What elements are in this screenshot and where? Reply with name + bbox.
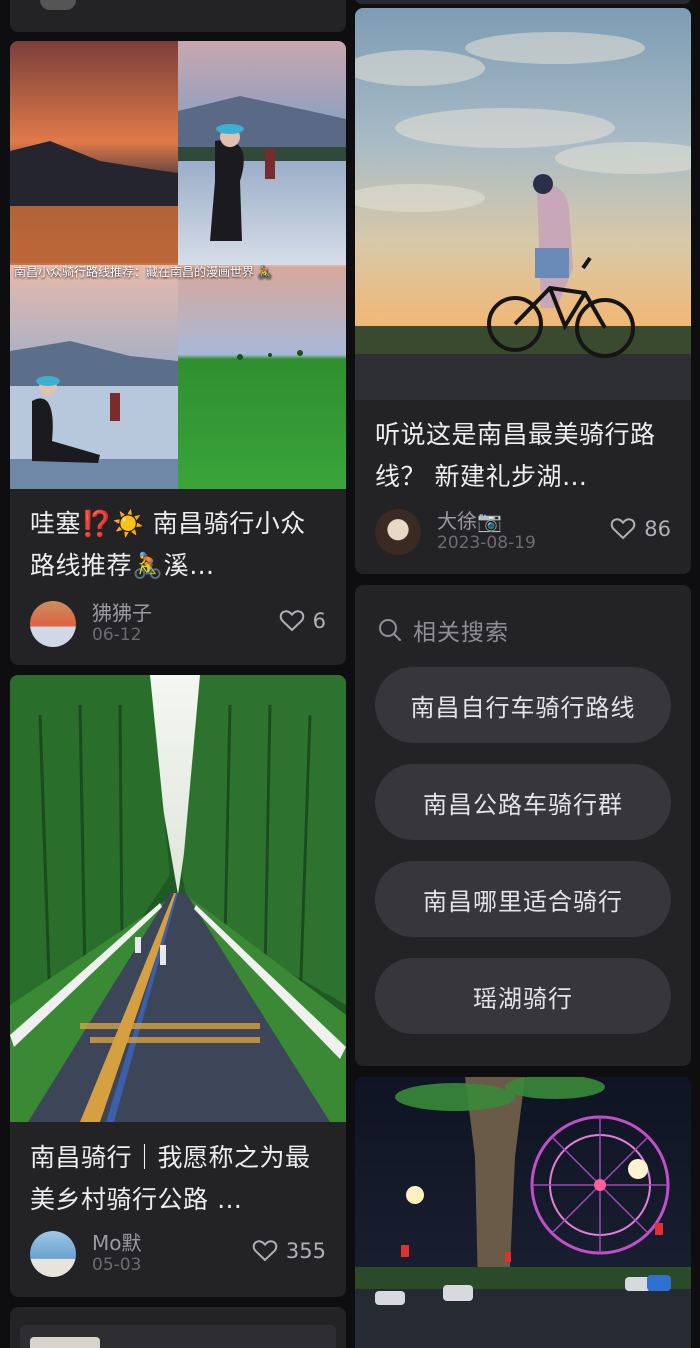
note-title[interactable]: 听说这是南昌最美骑行路线？ 新建礼步湖… [375, 414, 673, 498]
note-meta: Mo默 05-03 355 [30, 1227, 326, 1279]
like-button[interactable]: 6 [279, 609, 326, 633]
avatar [40, 0, 76, 10]
note-cover-image[interactable] [10, 675, 346, 1122]
related-search-item[interactable]: 南昌公路车骑行群 [375, 764, 671, 840]
avatar[interactable] [375, 509, 421, 555]
related-search-heading: 相关搜索 [413, 620, 509, 646]
partial-card-banner [20, 1325, 336, 1348]
partial-card-top-right [355, 0, 691, 4]
related-search-card: 相关搜索 南昌自行车骑行路线 南昌公路车骑行群 南昌哪里适合骑行 瑶湖骑行 [355, 585, 691, 1066]
avatar[interactable] [30, 601, 76, 647]
note-cover-image[interactable] [355, 1077, 691, 1348]
post-date: 2023-08-19 [437, 533, 536, 553]
note-card[interactable]: 南昌骑行｜我愿称之为最美乡村骑行公路 … Mo默 05-03 355 [10, 675, 346, 1297]
like-count: 6 [312, 609, 326, 633]
note-cover-image[interactable]: 南昌小众骑行路线推荐：藏在南昌的漫画世界 🚴 [10, 41, 346, 489]
note-meta: 狒狒子 06-12 6 [30, 597, 326, 649]
related-search-header: 相关搜索 [377, 613, 509, 647]
like-button[interactable]: 86 [610, 517, 671, 541]
like-count: 355 [285, 1239, 326, 1263]
note-title[interactable]: 哇塞⁉️☀️ 南昌骑行小众路线推荐🚴溪… [30, 503, 328, 587]
related-search-item[interactable]: 南昌自行车骑行路线 [375, 667, 671, 743]
note-card[interactable] [355, 1077, 691, 1348]
like-count: 86 [644, 517, 671, 541]
author-name[interactable]: 狒狒子 [92, 597, 152, 626]
partial-card-top-left[interactable] [10, 0, 346, 32]
note-meta: 大徐📷 2023-08-19 86 [375, 505, 671, 557]
avatar[interactable] [30, 1231, 76, 1277]
note-card[interactable]: 南昌小众骑行路线推荐：藏在南昌的漫画世界 🚴 哇塞⁉️☀️ 南昌骑行小众路线推荐… [10, 41, 346, 665]
note-title[interactable]: 南昌骑行｜我愿称之为最美乡村骑行公路 … [30, 1137, 328, 1221]
like-button[interactable]: 355 [252, 1239, 326, 1263]
partial-card-bottom-left[interactable] [10, 1307, 346, 1348]
related-search-item[interactable]: 南昌哪里适合骑行 [375, 861, 671, 937]
search-icon [377, 617, 403, 643]
related-search-item[interactable]: 瑶湖骑行 [375, 958, 671, 1034]
heart-outline-icon [610, 517, 636, 541]
post-date: 05-03 [92, 1255, 142, 1275]
author-name[interactable]: 大徐📷 [437, 505, 502, 534]
heart-outline-icon [252, 1239, 278, 1263]
post-date: 06-12 [92, 625, 142, 645]
partial-card-thumbnail [30, 1337, 100, 1348]
cover-overlay-caption: 南昌小众骑行路线推荐：藏在南昌的漫画世界 🚴 [14, 265, 273, 279]
note-cover-image[interactable] [355, 8, 691, 400]
heart-outline-icon [279, 609, 305, 633]
note-card[interactable]: 听说这是南昌最美骑行路线？ 新建礼步湖… 大徐📷 2023-08-19 86 [355, 8, 691, 574]
author-name[interactable]: Mo默 [92, 1227, 142, 1256]
